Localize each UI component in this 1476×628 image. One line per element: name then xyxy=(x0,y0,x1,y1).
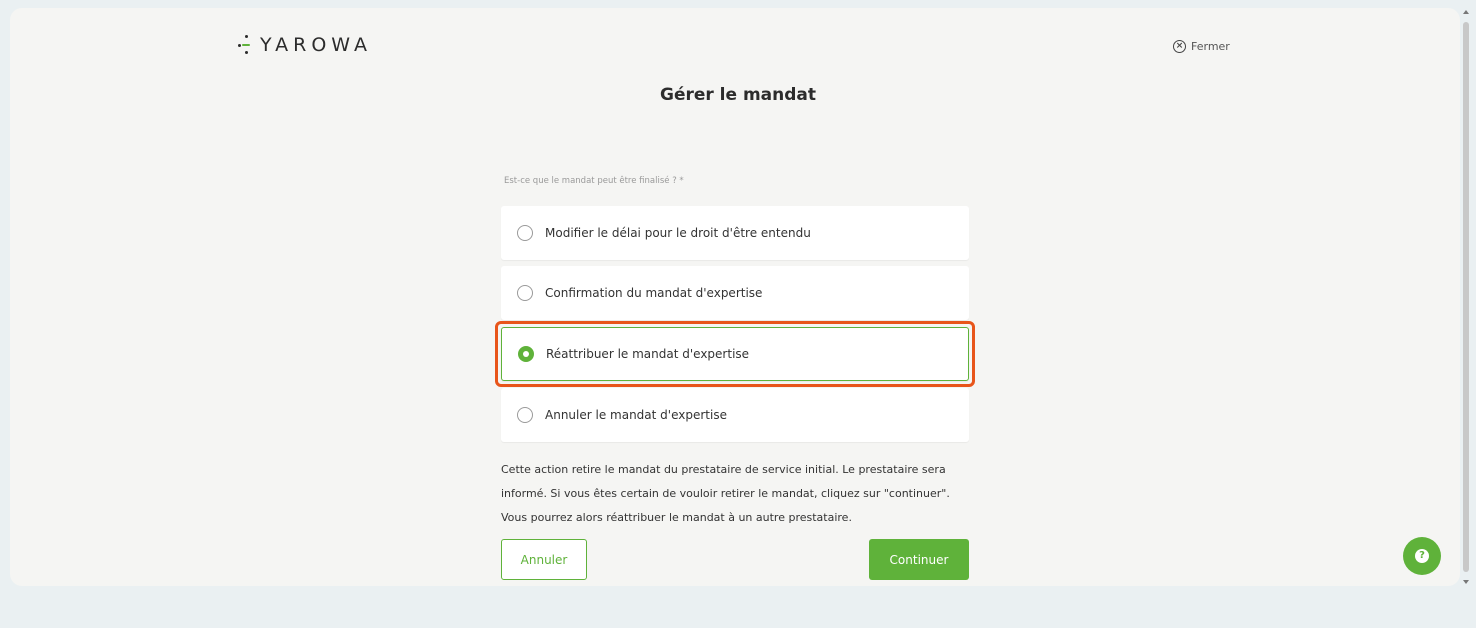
close-button[interactable]: × Fermer xyxy=(1173,40,1230,53)
logo-text: YAROWA xyxy=(260,34,373,56)
help-button[interactable]: ? xyxy=(1403,537,1441,575)
close-label: Fermer xyxy=(1191,40,1230,53)
radio-button[interactable] xyxy=(517,285,533,301)
info-text: Cette action retire le mandat du prestat… xyxy=(501,463,950,524)
question-mark-icon: ? xyxy=(1415,549,1429,563)
scroll-down-arrow-icon[interactable] xyxy=(1463,580,1469,584)
selection-highlight xyxy=(495,321,975,387)
scroll-thumb[interactable] xyxy=(1463,22,1469,572)
question-label: Est-ce que le mandat peut être finalisé … xyxy=(504,176,684,186)
option-label: Annuler le mandat d'expertise xyxy=(545,408,727,422)
option-label: Modifier le délai pour le droit d'être e… xyxy=(545,226,811,240)
radio-button[interactable] xyxy=(517,407,533,423)
scrollbar[interactable] xyxy=(1462,8,1470,586)
continue-button[interactable]: Continuer xyxy=(869,539,969,580)
page-title: Gérer le mandat xyxy=(659,85,817,105)
radio-button[interactable] xyxy=(517,225,533,241)
logo-mark-icon xyxy=(238,35,256,55)
option-modifier-delai[interactable]: Modifier le délai pour le droit d'être e… xyxy=(501,206,969,260)
option-annuler[interactable]: Annuler le mandat d'expertise xyxy=(501,388,969,442)
option-label: Confirmation du mandat d'expertise xyxy=(545,286,763,300)
option-confirmation[interactable]: Confirmation du mandat d'expertise xyxy=(501,266,969,320)
scroll-up-arrow-icon[interactable] xyxy=(1463,10,1469,14)
close-icon: × xyxy=(1173,40,1186,53)
yarowa-logo: YAROWA xyxy=(238,34,372,56)
cancel-button[interactable]: Annuler xyxy=(501,539,587,580)
